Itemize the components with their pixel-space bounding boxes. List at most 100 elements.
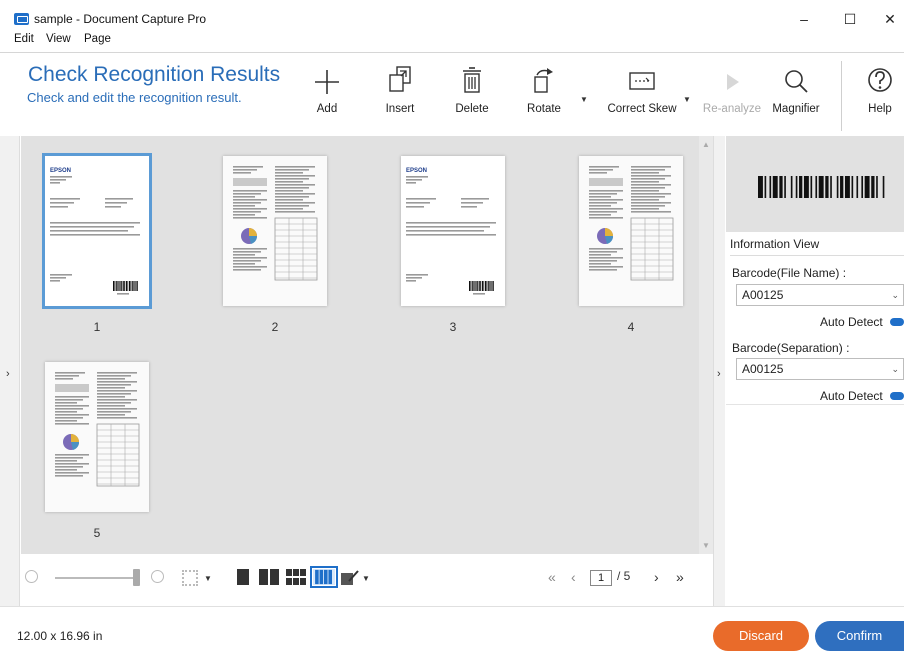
- zoom-in-icon[interactable]: [151, 570, 164, 583]
- insert-button[interactable]: Insert: [380, 65, 420, 125]
- left-collapse-strip[interactable]: ›: [0, 136, 20, 606]
- page-total: / 5: [617, 569, 631, 583]
- first-page-button[interactable]: «: [548, 569, 556, 585]
- edit-view-icon[interactable]: [341, 569, 359, 585]
- grid-view-icon[interactable]: [286, 569, 306, 585]
- page-thumbnail[interactable]: EPSON: [401, 156, 505, 306]
- panel-divider: [726, 404, 904, 405]
- auto-detect-file-toggle[interactable]: [890, 318, 904, 326]
- next-page-button[interactable]: ›: [654, 569, 659, 585]
- reanalyze-button[interactable]: Re-analyze: [701, 65, 763, 125]
- delete-label: Delete: [455, 103, 489, 115]
- confirm-button[interactable]: Confirm: [815, 621, 904, 651]
- help-icon: [868, 68, 892, 92]
- previous-page-button[interactable]: ‹: [571, 569, 576, 585]
- right-collapse-strip[interactable]: ›: [713, 136, 725, 606]
- maximize-button[interactable]: ☐: [836, 8, 864, 30]
- fit-page-icon[interactable]: [182, 570, 198, 586]
- zoom-slider-handle[interactable]: [133, 569, 140, 586]
- info-view-divider: [730, 255, 904, 256]
- status-bar: 12.00 x 16.96 in Discard Confirm: [0, 606, 904, 658]
- correct-skew-dropdown-icon[interactable]: ▼: [683, 95, 691, 104]
- magnifier-button[interactable]: Magnifier: [768, 65, 824, 125]
- menu-page[interactable]: Page: [84, 33, 111, 45]
- magnifier-icon: [785, 70, 808, 93]
- page-number-label: 1: [93, 320, 101, 334]
- view-mode-dropdown-icon[interactable]: ▼: [362, 574, 370, 583]
- barcode-file-name-value: A00125: [742, 288, 784, 302]
- page-number-label: 3: [449, 320, 457, 334]
- thumbnail-grid: EPSON 1 2 EPSON 3 4 5: [21, 136, 699, 554]
- barcode-separation-label: Barcode(Separation) :: [732, 341, 850, 355]
- insert-label: Insert: [385, 103, 415, 115]
- expand-left-icon[interactable]: ›: [6, 368, 10, 380]
- barcode-separation-value: A00125: [742, 362, 784, 376]
- page-thumbnail[interactable]: [45, 362, 149, 512]
- thumbnail-scrollbar[interactable]: ▲ ▼: [699, 136, 713, 554]
- title-bar: sample - Document Capture Pro – ☐ ✕: [0, 0, 904, 32]
- rotate-button[interactable]: Rotate: [522, 65, 566, 125]
- correct-skew-label: Correct Skew: [607, 103, 677, 115]
- add-label: Add: [316, 103, 338, 115]
- rotate-label: Rotate: [527, 103, 561, 115]
- close-button[interactable]: ✕: [876, 8, 904, 30]
- zoom-slider-track[interactable]: [55, 577, 137, 579]
- page-thumbnail[interactable]: [579, 156, 683, 306]
- single-page-view-icon[interactable]: [237, 569, 249, 585]
- page-number-label: 5: [93, 526, 101, 540]
- page-thumbnail[interactable]: EPSON: [42, 153, 152, 309]
- toolbar-divider: [841, 61, 842, 131]
- zoom-out-icon[interactable]: [25, 570, 38, 583]
- window-title: sample - Document Capture Pro: [34, 12, 207, 26]
- information-panel: Information View Barcode(File Name) : A0…: [726, 136, 904, 606]
- fit-dropdown-icon[interactable]: ▼: [204, 574, 212, 583]
- info-view-title: Information View: [730, 237, 820, 251]
- auto-detect-separation-label: Auto Detect: [820, 389, 883, 403]
- svg-text:EPSON: EPSON: [50, 168, 71, 174]
- auto-detect-file-label: Auto Detect: [820, 315, 883, 329]
- correct-skew-button[interactable]: Correct Skew: [603, 65, 681, 125]
- barcode-file-name-label: Barcode(File Name) :: [732, 266, 847, 280]
- help-button[interactable]: Help: [861, 65, 899, 125]
- add-button[interactable]: Add: [310, 65, 344, 125]
- page-subtitle: Check and edit the recognition result.: [27, 90, 242, 105]
- page-number-input[interactable]: 1: [590, 570, 612, 586]
- scroll-up-icon[interactable]: ▲: [702, 140, 710, 149]
- barcode-file-name-select[interactable]: A00125 ⌄: [736, 284, 904, 306]
- collapse-panel-icon[interactable]: ›: [717, 368, 721, 380]
- barcode-preview: [726, 136, 904, 232]
- page-title: Check Recognition Results: [28, 63, 281, 86]
- delete-button[interactable]: Delete: [451, 65, 493, 125]
- minimize-button[interactable]: –: [790, 8, 818, 30]
- barcode-image: [758, 176, 885, 198]
- play-icon: [727, 74, 739, 90]
- last-page-button[interactable]: »: [676, 569, 684, 585]
- scroll-down-icon[interactable]: ▼: [702, 541, 710, 550]
- two-page-view-icon[interactable]: [259, 569, 279, 585]
- magnifier-label: Magnifier: [772, 103, 820, 115]
- skew-icon: [629, 72, 655, 90]
- menu-edit[interactable]: Edit: [14, 33, 34, 45]
- plus-icon: [315, 70, 339, 94]
- view-controls-bar: ▼ ▼ « ‹ 1 / 5 › »: [21, 554, 713, 606]
- page-size-text: 12.00 x 16.96 in: [17, 629, 103, 643]
- reanalyze-label: Re-analyze: [702, 103, 762, 115]
- trash-icon: [463, 67, 481, 93]
- page-number-label: 4: [627, 320, 635, 334]
- barcode-separation-select[interactable]: A00125 ⌄: [736, 358, 904, 380]
- chevron-down-icon: ⌄: [891, 290, 899, 300]
- app-window: sample - Document Capture Pro – ☐ ✕ Edit…: [0, 0, 904, 658]
- svg-text:EPSON: EPSON: [406, 168, 427, 174]
- thumbnail-view-icon[interactable]: [310, 566, 338, 588]
- page-thumbnail[interactable]: [223, 156, 327, 306]
- rotate-dropdown-icon[interactable]: ▼: [580, 95, 588, 104]
- toolbar: Check Recognition Results Check and edit…: [0, 52, 904, 136]
- discard-button[interactable]: Discard: [713, 621, 809, 651]
- menu-view[interactable]: View: [46, 33, 71, 45]
- app-logo-icon: [14, 13, 29, 25]
- insert-page-icon: [389, 66, 411, 92]
- chevron-down-icon: ⌄: [891, 364, 899, 374]
- auto-detect-separation-toggle[interactable]: [890, 392, 904, 400]
- main-area: › EPSON 1 2 EPSON 3 4 5 ▲ ▼ ▼ ▼ « ‹ 1 / …: [0, 136, 904, 606]
- help-label: Help: [868, 103, 892, 115]
